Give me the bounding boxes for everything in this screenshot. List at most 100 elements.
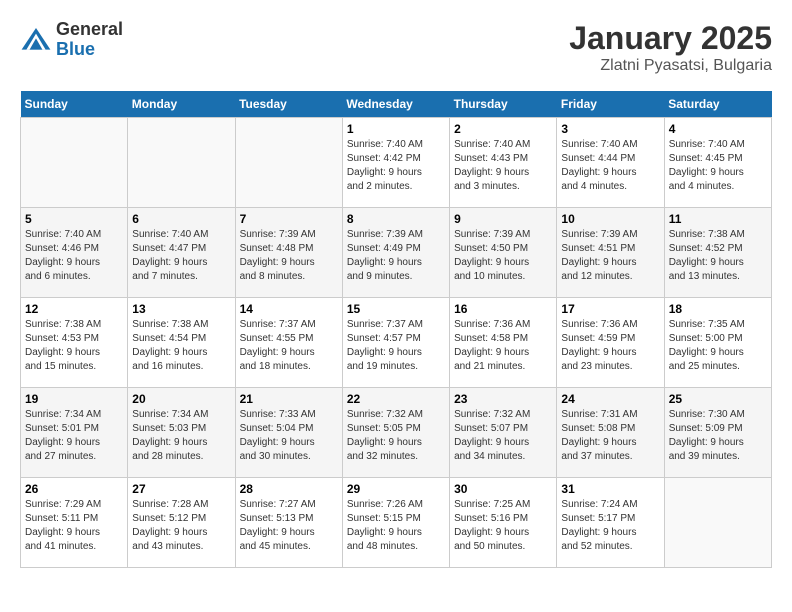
weekday-header-sunday: Sunday xyxy=(21,91,128,118)
logo-icon xyxy=(20,24,52,56)
day-cell: 23Sunrise: 7:32 AM Sunset: 5:07 PM Dayli… xyxy=(450,388,557,478)
day-cell: 19 Sunrise: 7:34 AM Sunset: 5:01 PM Dayli… xyxy=(21,388,128,478)
day-number: 12 xyxy=(25,302,123,316)
day-info: Sunrise: 7:27 AM Sunset: 5:13 PM Dayligh… xyxy=(240,498,338,554)
day-number: 26 xyxy=(25,482,123,496)
calendar: SundayMondayTuesdayWednesdayThursdayFrid… xyxy=(20,91,772,568)
day-info: Sunrise: 7:40 AM Sunset: 4:46 PM Dayligh… xyxy=(25,228,123,284)
day-number: 18 xyxy=(669,302,767,316)
location: Zlatni Pyasatsi, Bulgaria xyxy=(569,57,772,75)
weekday-header-monday: Monday xyxy=(128,91,235,118)
day-info: Sunrise: 7:40 AM Sunset: 4:43 PM Dayligh… xyxy=(454,138,552,194)
day-info: Sunrise: 7:36 AM Sunset: 4:58 PM Dayligh… xyxy=(454,318,552,374)
weekday-header-row: SundayMondayTuesdayWednesdayThursdayFrid… xyxy=(21,91,772,118)
day-info: Sunrise: 7:28 AM Sunset: 5:12 PM Dayligh… xyxy=(132,498,230,554)
day-info: Sunrise: 7:39 AM Sunset: 4:48 PM Dayligh… xyxy=(240,228,338,284)
day-info: Sunrise: 7:29 AM Sunset: 5:11 PM Dayligh… xyxy=(25,498,123,554)
day-info: Sunrise: 7:37 AM Sunset: 4:57 PM Dayligh… xyxy=(347,318,445,374)
day-cell: 26 Sunrise: 7:29 AM Sunset: 5:11 PM Dayli… xyxy=(21,478,128,568)
day-number: 16 xyxy=(454,302,552,316)
day-info: Sunrise: 7:33 AM Sunset: 5:04 PM Dayligh… xyxy=(240,408,338,464)
day-number: 6 xyxy=(132,212,230,226)
day-cell xyxy=(664,478,771,568)
day-cell xyxy=(21,118,128,208)
day-number: 14 xyxy=(240,302,338,316)
weekday-header-saturday: Saturday xyxy=(664,91,771,118)
day-cell: 15 Sunrise: 7:37 AM Sunset: 4:57 PM Dayli… xyxy=(342,298,449,388)
logo-text: General Blue xyxy=(56,20,123,60)
day-cell xyxy=(235,118,342,208)
day-cell: 31 Sunrise: 7:24 AM Sunset: 5:17 PM Dayli… xyxy=(557,478,664,568)
day-cell: 9 Sunrise: 7:39 AM Sunset: 4:50 PM Daylig… xyxy=(450,208,557,298)
day-cell: 21Sunrise: 7:33 AM Sunset: 5:04 PM Dayli… xyxy=(235,388,342,478)
day-number: 29 xyxy=(347,482,445,496)
day-number: 27 xyxy=(132,482,230,496)
day-cell: 2 Sunrise: 7:40 AM Sunset: 4:43 PM Daylig… xyxy=(450,118,557,208)
day-info: Sunrise: 7:40 AM Sunset: 4:47 PM Dayligh… xyxy=(132,228,230,284)
day-number: 5 xyxy=(25,212,123,226)
day-number: 19 xyxy=(25,392,123,406)
weekday-header-friday: Friday xyxy=(557,91,664,118)
day-number: 30 xyxy=(454,482,552,496)
day-number: 15 xyxy=(347,302,445,316)
day-cell: 14 Sunrise: 7:37 AM Sunset: 4:55 PM Dayli… xyxy=(235,298,342,388)
day-info: Sunrise: 7:37 AM Sunset: 4:55 PM Dayligh… xyxy=(240,318,338,374)
day-number: 1 xyxy=(347,122,445,136)
day-info: Sunrise: 7:40 AM Sunset: 4:44 PM Dayligh… xyxy=(561,138,659,194)
day-cell: 7 Sunrise: 7:39 AM Sunset: 4:48 PM Daylig… xyxy=(235,208,342,298)
day-cell: 30 Sunrise: 7:25 AM Sunset: 5:16 PM Dayli… xyxy=(450,478,557,568)
day-number: 2 xyxy=(454,122,552,136)
day-number: 28 xyxy=(240,482,338,496)
day-cell: 20Sunrise: 7:34 AM Sunset: 5:03 PM Dayli… xyxy=(128,388,235,478)
day-cell: 5 Sunrise: 7:40 AM Sunset: 4:46 PM Daylig… xyxy=(21,208,128,298)
day-cell: 1 Sunrise: 7:40 AM Sunset: 4:42 PM Daylig… xyxy=(342,118,449,208)
day-number: 9 xyxy=(454,212,552,226)
day-info: Sunrise: 7:26 AM Sunset: 5:15 PM Dayligh… xyxy=(347,498,445,554)
day-cell: 12Sunrise: 7:38 AM Sunset: 4:53 PM Dayli… xyxy=(21,298,128,388)
day-number: 3 xyxy=(561,122,659,136)
day-cell: 4Sunrise: 7:40 AM Sunset: 4:45 PM Daylig… xyxy=(664,118,771,208)
logo-general: General xyxy=(56,19,123,39)
week-row-3: 12Sunrise: 7:38 AM Sunset: 4:53 PM Dayli… xyxy=(21,298,772,388)
day-info: Sunrise: 7:30 AM Sunset: 5:09 PM Dayligh… xyxy=(669,408,767,464)
day-number: 10 xyxy=(561,212,659,226)
day-info: Sunrise: 7:34 AM Sunset: 5:01 PM Dayligh… xyxy=(25,408,123,464)
day-number: 31 xyxy=(561,482,659,496)
day-info: Sunrise: 7:25 AM Sunset: 5:16 PM Dayligh… xyxy=(454,498,552,554)
logo: General Blue xyxy=(20,20,123,60)
logo-blue: Blue xyxy=(56,39,95,59)
day-number: 7 xyxy=(240,212,338,226)
week-row-4: 19 Sunrise: 7:34 AM Sunset: 5:01 PM Dayli… xyxy=(21,388,772,478)
day-info: Sunrise: 7:31 AM Sunset: 5:08 PM Dayligh… xyxy=(561,408,659,464)
title-block: January 2025 Zlatni Pyasatsi, Bulgaria xyxy=(569,20,772,75)
day-cell: 13 Sunrise: 7:38 AM Sunset: 4:54 PM Dayli… xyxy=(128,298,235,388)
week-row-1: 1 Sunrise: 7:40 AM Sunset: 4:42 PM Daylig… xyxy=(21,118,772,208)
day-number: 4 xyxy=(669,122,767,136)
day-cell: 17Sunrise: 7:36 AM Sunset: 4:59 PM Dayli… xyxy=(557,298,664,388)
week-row-2: 5 Sunrise: 7:40 AM Sunset: 4:46 PM Daylig… xyxy=(21,208,772,298)
day-info: Sunrise: 7:38 AM Sunset: 4:54 PM Dayligh… xyxy=(132,318,230,374)
day-cell: 27 Sunrise: 7:28 AM Sunset: 5:12 PM Dayli… xyxy=(128,478,235,568)
day-info: Sunrise: 7:40 AM Sunset: 4:42 PM Dayligh… xyxy=(347,138,445,194)
day-info: Sunrise: 7:39 AM Sunset: 4:49 PM Dayligh… xyxy=(347,228,445,284)
day-cell: 28 Sunrise: 7:27 AM Sunset: 5:13 PM Dayli… xyxy=(235,478,342,568)
day-cell: 22Sunrise: 7:32 AM Sunset: 5:05 PM Dayli… xyxy=(342,388,449,478)
day-cell: 10Sunrise: 7:39 AM Sunset: 4:51 PM Dayli… xyxy=(557,208,664,298)
month-title: January 2025 xyxy=(569,20,772,57)
day-cell: 25 Sunrise: 7:30 AM Sunset: 5:09 PM Dayli… xyxy=(664,388,771,478)
page-header: General Blue January 2025 Zlatni Pyasats… xyxy=(20,20,772,75)
day-cell: 16 Sunrise: 7:36 AM Sunset: 4:58 PM Dayli… xyxy=(450,298,557,388)
day-number: 11 xyxy=(669,212,767,226)
day-info: Sunrise: 7:34 AM Sunset: 5:03 PM Dayligh… xyxy=(132,408,230,464)
day-info: Sunrise: 7:39 AM Sunset: 4:50 PM Dayligh… xyxy=(454,228,552,284)
day-cell: 3 Sunrise: 7:40 AM Sunset: 4:44 PM Daylig… xyxy=(557,118,664,208)
day-number: 25 xyxy=(669,392,767,406)
day-number: 17 xyxy=(561,302,659,316)
day-number: 13 xyxy=(132,302,230,316)
day-cell: 18 Sunrise: 7:35 AM Sunset: 5:00 PM Dayli… xyxy=(664,298,771,388)
day-info: Sunrise: 7:24 AM Sunset: 5:17 PM Dayligh… xyxy=(561,498,659,554)
day-number: 22 xyxy=(347,392,445,406)
day-info: Sunrise: 7:35 AM Sunset: 5:00 PM Dayligh… xyxy=(669,318,767,374)
day-cell: 6 Sunrise: 7:40 AM Sunset: 4:47 PM Daylig… xyxy=(128,208,235,298)
day-info: Sunrise: 7:38 AM Sunset: 4:52 PM Dayligh… xyxy=(669,228,767,284)
